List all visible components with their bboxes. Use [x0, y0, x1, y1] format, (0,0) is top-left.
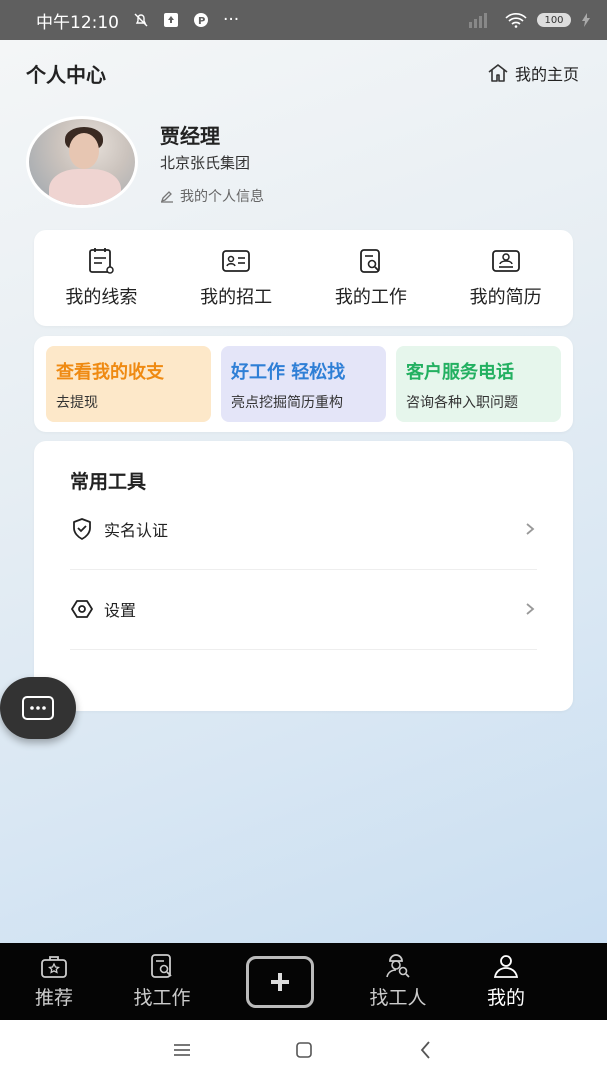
- tab-mine[interactable]: 我的: [452, 953, 560, 1010]
- plus-icon: [271, 972, 289, 991]
- promo-subtitle: 咨询各种入职问题: [406, 395, 518, 411]
- status-more: ···: [223, 10, 240, 30]
- chevron-right-icon: [526, 523, 535, 535]
- add-post-button[interactable]: [246, 955, 314, 1008]
- menu-my-jobs[interactable]: 我的工作: [304, 230, 439, 326]
- tab-label: 推荐: [34, 987, 73, 1009]
- clipboard-icon: [89, 248, 115, 274]
- header: 个人中心 我的主页: [26, 58, 579, 88]
- p-app-icon: P: [194, 13, 208, 27]
- page-title: 个人中心: [26, 62, 106, 87]
- status-bar: 中午12:10 P ··· 100: [0, 0, 607, 40]
- avatar[interactable]: [26, 116, 138, 208]
- menu-my-resume[interactable]: 我的简历: [438, 230, 573, 326]
- promo-card: 查看我的收支 去提现 好工作 轻松找 亮点挖掘简历重构 客户服务电话 咨询各种入…: [34, 336, 573, 432]
- edit-profile-label: 我的个人信息: [180, 189, 264, 205]
- tab-label: 找工作: [133, 987, 191, 1009]
- home-square-icon[interactable]: [293, 1039, 315, 1061]
- battery-icon: 100: [537, 13, 571, 27]
- avatar-body: [49, 169, 121, 205]
- worker-search-icon: [386, 954, 410, 978]
- menu-label: 我的线索: [65, 287, 138, 308]
- system-nav-bar: [0, 1020, 607, 1080]
- avatar-face: [69, 133, 99, 169]
- battery-level: 100: [544, 14, 564, 26]
- chat-icon: [22, 696, 54, 720]
- tab-find-worker[interactable]: 找工人: [344, 953, 452, 1010]
- signal-icon: [469, 13, 487, 28]
- promo-find-job[interactable]: 好工作 轻松找 亮点挖掘简历重构: [221, 346, 386, 422]
- promo-customer-service[interactable]: 客户服务电话 咨询各种入职问题: [396, 346, 561, 422]
- profile-page: 个人中心 我的主页 贾经理 北京张氏集团 我的个人信息 我的线索 我的招工 我的…: [0, 40, 607, 943]
- tab-label: 找工人: [369, 987, 427, 1009]
- user-name: 贾经理: [160, 124, 220, 148]
- menu-my-recruitment[interactable]: 我的招工: [169, 230, 304, 326]
- menu-label: 我的工作: [334, 287, 407, 308]
- pencil-icon: [160, 191, 173, 203]
- promo-subtitle: 去提现: [56, 395, 98, 411]
- menu-label: 我的招工: [200, 287, 273, 308]
- user-company: 北京张氏集团: [160, 154, 251, 172]
- job-search-icon: [359, 249, 380, 273]
- tool-label: 实名认证: [104, 521, 169, 540]
- my-homepage-label: 我的主页: [514, 65, 579, 84]
- bell-off-icon: [134, 13, 148, 27]
- status-time: 中午12:10: [36, 12, 119, 33]
- svg-text:P: P: [198, 16, 205, 27]
- briefcase-star-icon: [41, 956, 67, 978]
- wifi-icon: [505, 13, 527, 28]
- my-menu-card: 我的线索 我的招工 我的工作 我的简历: [34, 230, 573, 326]
- tools-card: 常用工具 实名认证 设置: [34, 441, 573, 711]
- user-icon: [493, 955, 519, 978]
- tab-label: 我的: [486, 987, 525, 1009]
- my-homepage-link[interactable]: 我的主页: [487, 61, 579, 85]
- edit-profile-link[interactable]: 我的个人信息: [160, 186, 264, 206]
- tab-find-job[interactable]: 找工作: [108, 953, 216, 1010]
- promo-income[interactable]: 查看我的收支 去提现: [46, 346, 211, 422]
- profile-section: 贾经理 北京张氏集团 我的个人信息: [26, 116, 546, 216]
- menu-my-leads[interactable]: 我的线索: [34, 230, 169, 326]
- tool-real-name-verification[interactable]: 实名认证: [70, 489, 537, 570]
- promo-title: 客户服务电话: [406, 362, 514, 383]
- resume-icon: [491, 250, 520, 272]
- chevron-right-icon: [526, 603, 535, 615]
- home-icon: [488, 64, 508, 82]
- promo-subtitle: 亮点挖掘简历重构: [231, 395, 343, 411]
- job-search-icon: [151, 954, 172, 978]
- shield-check-icon: [73, 518, 91, 540]
- tab-recommend[interactable]: 推荐: [0, 953, 108, 1010]
- promo-title: 好工作 轻松找: [231, 362, 346, 383]
- menu-label: 我的简历: [469, 287, 542, 308]
- promo-title: 查看我的收支: [56, 362, 164, 383]
- settings-icon: [71, 600, 93, 618]
- floating-chat-button[interactable]: [0, 677, 76, 739]
- menu-icon[interactable]: [171, 1039, 193, 1061]
- charging-icon: [582, 13, 590, 27]
- tool-settings[interactable]: 设置: [70, 569, 537, 650]
- tool-label: 设置: [104, 601, 137, 620]
- upload-icon: [164, 13, 178, 27]
- bottom-nav: 推荐 找工作 找工人 我的: [0, 943, 607, 1020]
- back-icon[interactable]: [415, 1039, 437, 1061]
- id-card-icon: [222, 250, 251, 272]
